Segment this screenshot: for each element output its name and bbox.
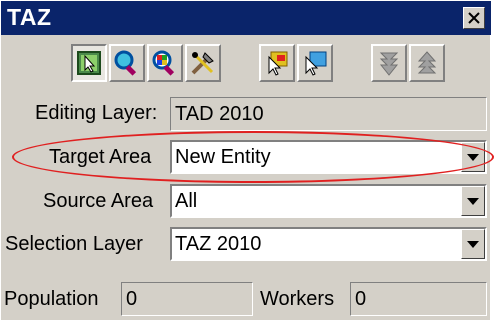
chevron-down-icon [467,153,479,161]
workers-label: Workers [260,288,335,310]
editing-layer-label: Editing Layer: [35,102,158,124]
taz-tool-window: TAZ Editing Layer: TAD 2010 Target Area … [0,0,491,320]
workers-field: 0 [350,282,487,316]
tools-button[interactable] [185,44,221,82]
chevron-down-icon [467,197,479,205]
target-area-select[interactable]: New Entity [170,140,487,174]
pointer-select-icon [305,51,327,76]
close-button[interactable] [463,7,485,29]
pointer-fill-button[interactable] [259,44,295,82]
target-area-dropdown-button[interactable] [461,142,485,172]
population-field: 0 [121,282,253,316]
chevron-down-icon [467,240,479,248]
source-area-label: Source Area [43,190,154,212]
editing-layer-field: TAD 2010 [170,97,487,131]
target-area-value: New Entity [175,146,271,168]
title-bar[interactable]: TAZ [1,1,491,35]
zoom-in-button[interactable] [109,44,145,82]
zoom-extent-button[interactable] [147,44,183,82]
selection-layer-label: Selection Layer [5,233,143,255]
raise-layer-icon [417,51,437,74]
zoom-in-icon [114,50,137,76]
source-area-dropdown-button[interactable] [461,186,485,216]
zoom-extent-icon [152,50,175,76]
lower-layer-button[interactable] [371,44,407,82]
close-icon [468,12,480,24]
selection-layer-dropdown-button[interactable] [461,229,485,259]
pointer-fill-icon [268,51,288,76]
selection-layer-value: TAZ 2010 [175,233,262,255]
pointer-select-button[interactable] [297,44,333,82]
window-title: TAZ [7,4,52,30]
selection-layer-select[interactable]: TAZ 2010 [170,227,487,261]
target-area-label: Target Area [49,146,152,168]
raise-layer-button[interactable] [409,44,445,82]
source-area-value: All [175,190,198,212]
select-tool-button[interactable] [71,44,107,82]
lower-layer-icon [379,52,399,76]
tools-icon [191,52,214,75]
source-area-select[interactable]: All [170,184,487,218]
select-arrow-icon [77,51,101,75]
population-label: Population [4,288,99,310]
